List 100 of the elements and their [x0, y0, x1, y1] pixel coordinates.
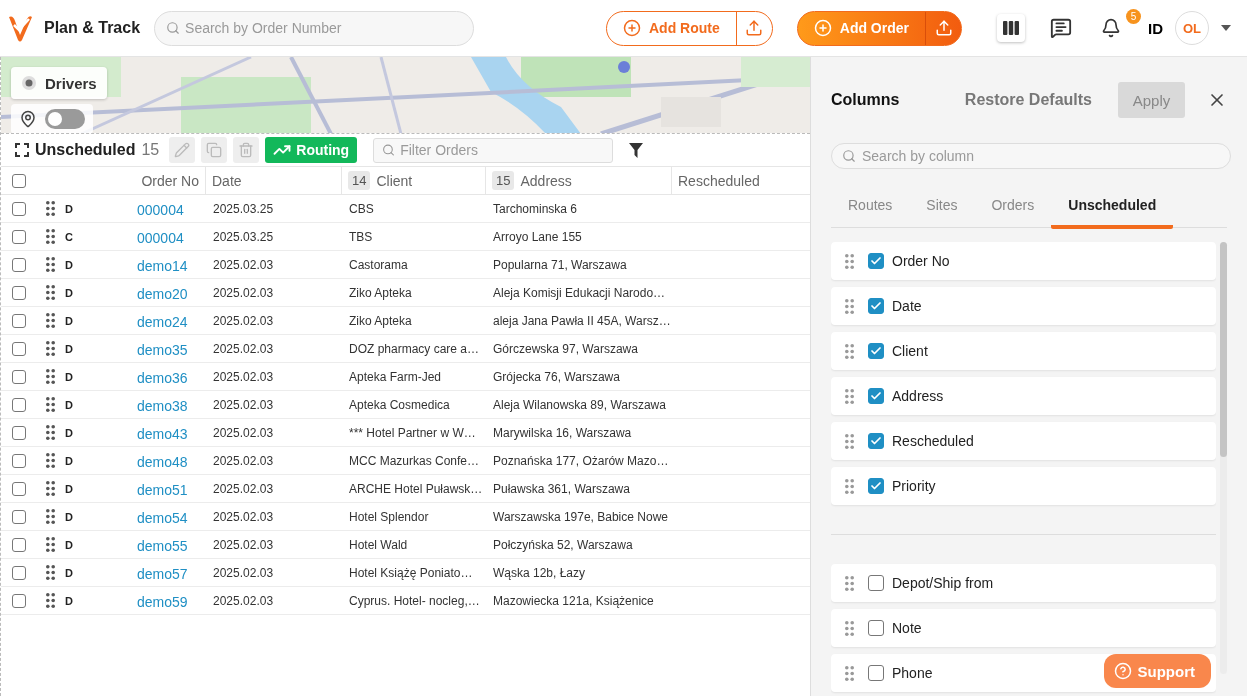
drivers-button[interactable]: Drivers: [11, 67, 107, 99]
support-button[interactable]: Support: [1103, 654, 1211, 688]
plus-icon: [623, 19, 641, 37]
filter-icon[interactable]: [629, 142, 644, 158]
upload-icon: [745, 19, 764, 37]
order-number-link[interactable]: demo59: [137, 591, 205, 610]
drag-handle-icon[interactable]: [845, 575, 854, 591]
checkbox[interactable]: [12, 425, 26, 440]
upload-icon: [934, 19, 953, 37]
checkbox[interactable]: [12, 565, 26, 580]
drag-handle-icon[interactable]: [45, 425, 55, 440]
checkbox[interactable]: [12, 173, 26, 188]
column-header[interactable]: Date: [212, 172, 242, 189]
date-cell-text: 2025.02.03: [212, 341, 275, 356]
order-number-link[interactable]: demo35: [137, 339, 205, 358]
drag-handle-icon[interactable]: [845, 343, 854, 359]
drag-handle-icon[interactable]: [45, 257, 55, 272]
filter-field[interactable]: Filter Orders: [373, 137, 614, 163]
drag-handle-icon[interactable]: [45, 341, 55, 356]
checkbox[interactable]: [12, 509, 26, 524]
checkbox[interactable]: [12, 481, 26, 496]
order-number-link[interactable]: demo14: [137, 255, 205, 274]
tab[interactable]: Orders: [974, 191, 1052, 229]
order-number-link[interactable]: demo24: [137, 311, 205, 330]
order-number-link[interactable]: demo48: [137, 451, 205, 470]
checkbox[interactable]: [868, 665, 884, 681]
client-cell-text: *** Hotel Partner w W…: [348, 425, 477, 440]
column-header[interactable]: Client: [376, 172, 413, 189]
order-number-link[interactable]: 000004: [137, 227, 205, 246]
order-number-link[interactable]: demo20: [137, 283, 205, 302]
drag-handle-icon[interactable]: [45, 313, 55, 328]
order-search-field[interactable]: Search by Order Number: [154, 10, 475, 46]
drag-handle-icon[interactable]: [45, 369, 55, 384]
columns-button[interactable]: [997, 14, 1025, 42]
pin-toggle[interactable]: [45, 109, 85, 129]
order-number-link[interactable]: demo55: [137, 535, 205, 554]
drag-handle-icon[interactable]: [845, 298, 854, 314]
routing-button[interactable]: Routing: [265, 137, 358, 163]
checkbox[interactable]: [12, 453, 26, 468]
column-header[interactable]: Rescheduled: [678, 172, 760, 189]
tab[interactable]: Sites: [909, 191, 975, 229]
drag-handle-icon[interactable]: [45, 481, 55, 496]
checkbox[interactable]: [868, 298, 884, 314]
drag-handle-icon[interactable]: [845, 253, 854, 269]
checkbox[interactable]: [12, 313, 26, 328]
tab[interactable]: Routes: [831, 191, 910, 229]
order-number-link[interactable]: demo36: [137, 367, 205, 386]
checkbox[interactable]: [868, 388, 884, 404]
order-number-link[interactable]: demo57: [137, 563, 205, 582]
check-icon: [870, 300, 882, 312]
drag-handle-icon[interactable]: [45, 509, 55, 524]
checkbox[interactable]: [868, 433, 884, 449]
user-avatar[interactable]: OL: [1175, 11, 1209, 45]
drag-handle-icon[interactable]: [845, 620, 854, 636]
drag-handle-icon[interactable]: [45, 537, 55, 552]
checkbox[interactable]: [12, 341, 26, 356]
checkbox[interactable]: [868, 343, 884, 359]
language-button[interactable]: ID: [1148, 19, 1163, 37]
apply-button[interactable]: Apply: [1118, 82, 1185, 118]
column-header[interactable]: Address: [520, 172, 572, 189]
checkbox[interactable]: [12, 593, 26, 608]
checkbox[interactable]: [12, 397, 26, 412]
drag-handle-icon[interactable]: [45, 453, 55, 468]
add-order-button[interactable]: Add Order: [797, 11, 925, 45]
order-number-link[interactable]: demo38: [137, 395, 205, 414]
checkbox[interactable]: [868, 620, 884, 636]
drag-handle-icon[interactable]: [45, 593, 55, 608]
order-number-link[interactable]: demo51: [137, 479, 205, 498]
drag-handle-icon[interactable]: [845, 478, 854, 494]
drag-handle-icon[interactable]: [45, 397, 55, 412]
order-number-link[interactable]: demo43: [137, 423, 205, 442]
restore-defaults-button[interactable]: Restore Defaults: [964, 91, 1092, 109]
checkbox[interactable]: [12, 257, 26, 272]
checkbox[interactable]: [12, 201, 26, 216]
checkbox[interactable]: [868, 478, 884, 494]
order-number-link[interactable]: 000004: [137, 199, 205, 218]
drag-handle-icon[interactable]: [845, 388, 854, 404]
column-search-field[interactable]: Search by column: [831, 143, 1231, 169]
checkbox[interactable]: [868, 575, 884, 591]
scrollbar[interactable]: [1220, 242, 1227, 674]
checkbox[interactable]: [12, 285, 26, 300]
column-option-label: Date: [892, 298, 922, 314]
date-cell-text: 2025.02.03: [212, 425, 275, 440]
drag-handle-icon[interactable]: [45, 201, 55, 216]
drag-handle-icon[interactable]: [845, 433, 854, 449]
checkbox[interactable]: [12, 229, 26, 244]
drag-handle-icon[interactable]: [45, 229, 55, 244]
date-cell-text: 2025.02.03: [212, 453, 275, 468]
drag-handle-icon[interactable]: [45, 565, 55, 580]
checkbox[interactable]: [12, 369, 26, 384]
column-header[interactable]: Order No: [141, 172, 199, 189]
drag-handle-icon[interactable]: [845, 665, 854, 681]
search-icon: [382, 143, 396, 157]
order-number-link[interactable]: demo54: [137, 507, 205, 526]
drag-handle-icon[interactable]: [45, 285, 55, 300]
add-route-button[interactable]: Add Route: [607, 11, 736, 45]
date-cell-text: 2025.02.03: [212, 257, 275, 272]
checkbox[interactable]: [868, 253, 884, 269]
tab[interactable]: Unscheduled: [1051, 191, 1174, 229]
checkbox[interactable]: [12, 537, 26, 552]
